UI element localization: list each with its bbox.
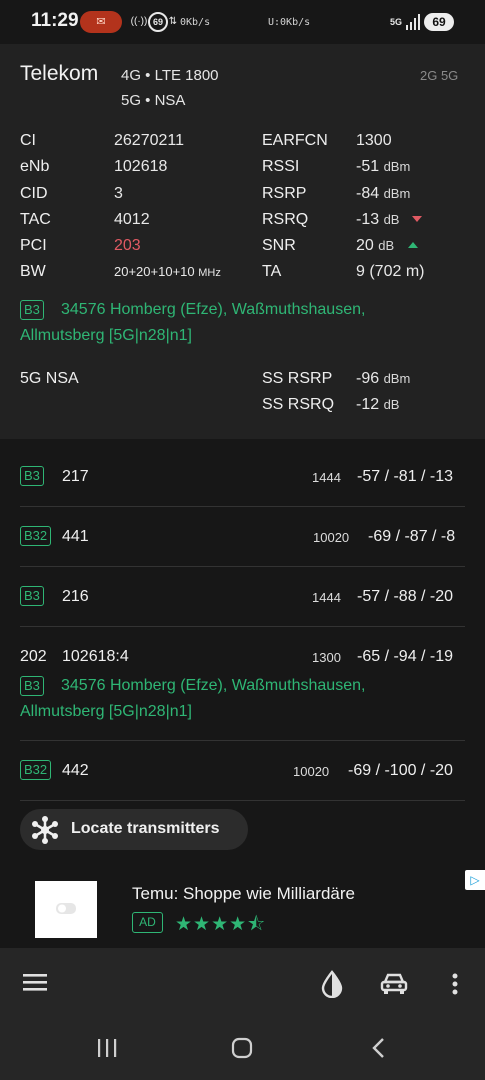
hamburger-menu-icon[interactable] [23,972,47,999]
bottom-toolbar [0,948,485,1016]
back-icon[interactable] [371,1037,385,1064]
divider [20,626,465,627]
neighbor-location-line2[interactable]: Allmutsberg [5G|n28|n1] [20,699,192,725]
recent-apps-icon[interactable] [97,1038,117,1063]
neighbor-location-line1[interactable]: 34576 Homberg (Efze), Waßmuthshausen, [61,673,365,699]
net-speed-left: 0Kb/s [180,17,211,28]
ad-choices-icon[interactable]: ▷ [465,870,485,890]
cid-label: CID [20,185,48,202]
rssi-label: RSSI [262,158,300,175]
serving-location-line2[interactable]: Allmutsberg [5G|n28|n1] [20,323,192,349]
rsrq-value: -13 dB [356,211,400,228]
pci-value: 203 [114,237,141,254]
ad-thumbnail[interactable] [35,881,97,938]
ss-rsrp-label: SS RSRP [262,370,333,387]
bw-unit: MHz [198,267,221,279]
neighbor-band-badge: B3 [20,466,44,486]
network-badge: 5G [389,17,402,27]
ad-title[interactable]: Temu: Shoppe wie Milliardäre [132,884,355,904]
locate-transmitters-label[interactable]: Locate transmitters [71,820,220,838]
hotspot-4cc-icon: ((·)) [130,16,148,27]
sixty-nine-icon: 69 [148,12,168,32]
rsrp-value: -84 dBm [356,185,411,202]
neighbor-earfcn: 1300 [312,650,341,665]
home-icon[interactable] [231,1037,253,1064]
rssi-value: -51 dBm [356,158,411,175]
enb-value: 102618 [114,158,168,175]
bw-value: 20+20+10+10 MHz [114,264,221,279]
neighbor-band-badge: B3 [20,676,44,696]
nsa-label: 5G NSA [20,370,79,387]
neighbor-earfcn: 10020 [313,530,350,545]
neighbor-values: -69 / -100 / -20 [348,762,453,779]
neighbor-values: -65 / -94 / -19 [357,648,454,665]
neighbor-pci: 442 [62,762,89,779]
cid-value: 3 [114,185,123,202]
ss-rsrq-value: -12 dB [356,396,400,413]
transmitters-network-icon [30,815,60,850]
generations-label: 2G 5G [420,68,459,83]
neighbor-band-badge: B32 [20,760,52,780]
pci-label: PCI [20,237,47,254]
messages-icon: ✉ [80,11,122,33]
ss-rsrq-label: SS RSRQ [262,396,335,413]
neighbor-pci: 202 [20,648,47,665]
rsrp-label: RSRP [262,185,307,202]
ss-rsrp-value: -96 dBm [356,370,411,387]
neighbor-band-badge: B32 [20,526,52,546]
operator-name: Telekom [20,62,99,85]
rsrq-label: RSRQ [262,211,309,228]
serving-location-line1[interactable]: 34576 Homberg (Efze), Waßmuthshausen, [61,297,365,323]
tech-line-2: 5G • NSA [121,92,186,109]
snr-value: 20 dB [356,237,395,254]
signal-bars-icon [406,14,420,35]
trend-up-icon [408,242,418,248]
neighbor-pci: 217 [62,468,89,485]
tech-line-1: 4G • LTE 1800 [121,67,219,84]
ta-label: TA [262,263,282,280]
more-vertical-icon[interactable] [452,972,458,1001]
divider [20,800,465,801]
ad-rating-stars: ★★★★⯪ [175,914,267,935]
neighbor-pci: 216 [62,588,89,605]
ci-label: CI [20,132,36,149]
contrast-drop-icon[interactable] [320,970,344,1003]
status-time: 11:29 [31,10,79,31]
ad-label-badge: AD [132,912,163,933]
neighbor-values: -57 / -81 / -13 [357,468,454,485]
car-icon[interactable] [380,972,408,1001]
ci-value: 26270211 [114,132,184,149]
battery-indicator: 69 [424,13,454,31]
divider [20,566,465,567]
divider [20,740,465,741]
tac-label: TAC [20,211,51,228]
neighbor-earfcn: 1444 [312,590,341,605]
serving-band-badge: B3 [20,300,44,320]
data-arrows-icon: ⇅ [168,16,178,27]
ta-value: 9 (702 m) [356,263,425,280]
divider [20,506,465,507]
trend-down-icon [412,216,422,222]
neighbor-values: -69 / -87 / -8 [368,528,456,545]
snr-label: SNR [262,237,296,254]
enb-label: eNb [20,158,50,175]
tac-value: 4012 [114,211,150,228]
neighbor-cell-id: 102618:4 [62,648,129,665]
neighbor-earfcn: 1444 [312,470,341,485]
neighbor-earfcn: 10020 [293,764,330,779]
earfcn-value: 1300 [356,132,392,149]
earfcn-label: EARFCN [262,132,328,149]
status-bar: 11:29 ✉ ((·)) 69 ⇅ 0Kb/s U:0Kb/s 5G 69 [0,0,485,44]
neighbor-values: -57 / -88 / -20 [357,588,454,605]
neighbor-band-badge: B3 [20,586,44,606]
neighbor-pci: 441 [62,528,89,545]
net-speed-center: U:0Kb/s [268,17,311,28]
bw-label: BW [20,263,46,280]
